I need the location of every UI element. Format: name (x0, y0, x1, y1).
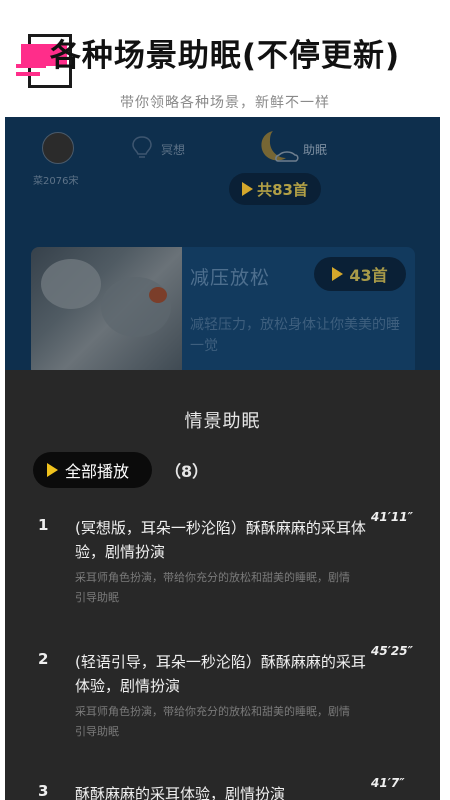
play-icon (242, 182, 254, 196)
card-count-button[interactable]: 43首 (314, 257, 406, 291)
play-icon (332, 267, 344, 281)
track-duration: 45′25″ (371, 644, 413, 658)
image-detail (101, 277, 171, 337)
track-number: 2 (38, 650, 49, 668)
promo-page: 各种场景助眠(不停更新) 带你领略各种场景，新鲜不一样 菜2076宋 冥想 助眠… (0, 0, 450, 800)
avatar[interactable] (42, 132, 74, 164)
track-title: (冥想版，耳朵一秒沦陷）酥酥麻麻的采耳体验，剧情扮演 (75, 519, 366, 561)
track-duration: 41′7″ (371, 776, 405, 790)
moon-icon[interactable] (251, 125, 301, 169)
promo-title: 各种场景助眠(不停更新) (49, 38, 401, 74)
card-title: 减压放松 (190, 267, 271, 289)
card-count-label: 43首 (349, 266, 388, 285)
card-image (31, 247, 182, 377)
track-duration: 41′11″ (371, 510, 413, 524)
play-all-label: 全部播放 (65, 462, 130, 481)
top-nav: 菜2076宋 冥想 助眠 (5, 117, 440, 187)
tab-meditate[interactable]: 冥想 (161, 141, 185, 158)
play-all-button[interactable]: 全部播放 (33, 452, 152, 488)
track-description: 采耳师角色扮演，带给你充分的放松和甜美的睡眠，剧情引导助眠 (75, 571, 350, 604)
total-count-label: 共83首 (257, 180, 308, 199)
total-count-button[interactable]: 共83首 (229, 173, 321, 205)
lightbulb-icon[interactable] (131, 135, 153, 161)
track-number: 3 (38, 782, 49, 800)
track-title: (轻语引导，耳朵一秒沦陷）酥酥麻麻的采耳体验，剧情扮演 (75, 653, 366, 695)
image-detail (41, 259, 101, 309)
category-card[interactable]: 减压放松 43首 减轻压力，放松身体让你美美的睡一觉 (31, 247, 415, 377)
promo-subtitle: 带你领略各种场景，新鲜不一样 (120, 95, 330, 111)
card-description: 减轻压力，放松身体让你美美的睡一觉 (190, 317, 400, 354)
track-title: 酥酥麻麻的采耳体验，剧情扮演 (75, 785, 286, 800)
track-number: 1 (38, 516, 49, 534)
play-icon (47, 463, 58, 477)
track-count: （8） (165, 462, 209, 481)
avatar-label: 菜2076宋 (33, 176, 79, 187)
sheet-title: 情景助眠 (184, 411, 261, 432)
track-description: 采耳师角色扮演，带给你充分的放松和甜美的睡眠，剧情引导助眠 (75, 705, 350, 738)
tab-sleep[interactable]: 助眠 (303, 141, 327, 158)
bottom-sheet: 情景助眠 全部播放 （8） 1 (冥想版，耳朵一秒沦陷）酥酥麻麻的采耳体验，剧情… (5, 370, 440, 800)
image-detail (149, 287, 167, 303)
